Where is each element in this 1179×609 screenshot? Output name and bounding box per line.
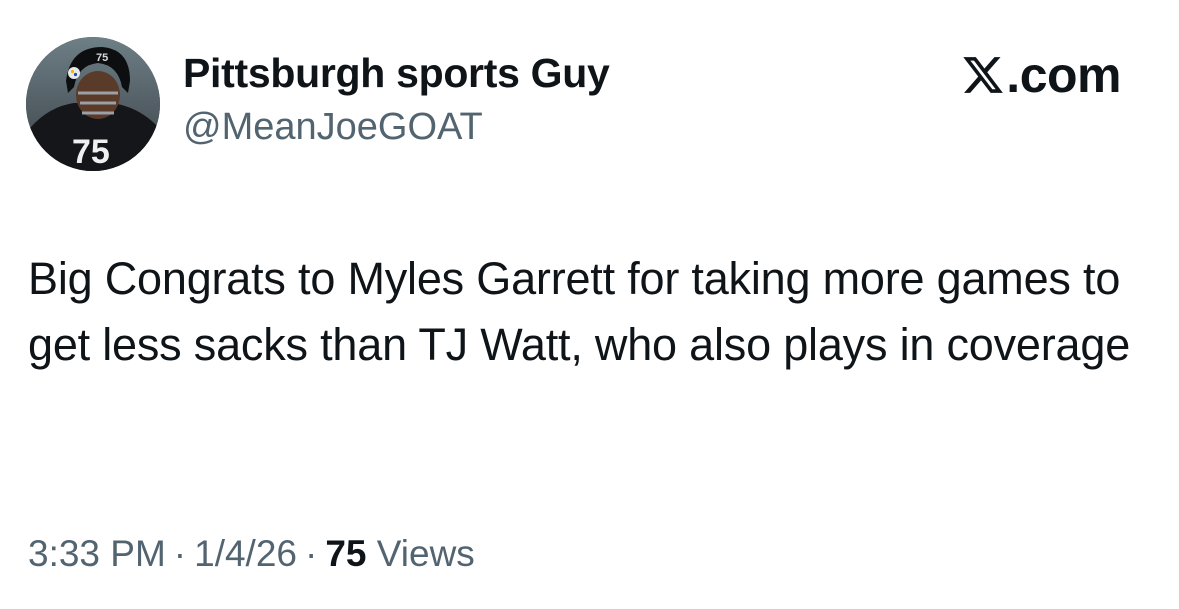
meta-separator: · xyxy=(173,533,187,574)
tweet-time[interactable]: 3:33 PM xyxy=(28,533,166,574)
avatar-image: 75 75 xyxy=(26,37,160,171)
tweet-text: Big Congrats to Myles Garrett for taking… xyxy=(28,253,1131,370)
views-label: Views xyxy=(376,533,475,574)
x-watermark: .com xyxy=(961,50,1121,100)
tweet-meta: 3:33 PM · 1/4/26 · 75 Views xyxy=(28,533,475,575)
avatar[interactable]: 75 75 xyxy=(26,37,160,171)
author-display-name[interactable]: Pittsburgh sports Guy xyxy=(183,50,610,97)
tweet-date[interactable]: 1/4/26 xyxy=(194,533,297,574)
jersey-number: 75 xyxy=(72,133,110,171)
svg-text:75: 75 xyxy=(96,52,108,64)
tweet-card: 75 75 Pittsburgh sports Guy @MeanJoeGOAT… xyxy=(0,0,1179,609)
views-count[interactable]: 75 xyxy=(325,533,366,574)
author-handle[interactable]: @MeanJoeGOAT xyxy=(183,106,483,149)
watermark-text: .com xyxy=(1006,47,1121,103)
meta-separator: · xyxy=(305,533,318,574)
x-logo-icon xyxy=(963,57,1004,93)
